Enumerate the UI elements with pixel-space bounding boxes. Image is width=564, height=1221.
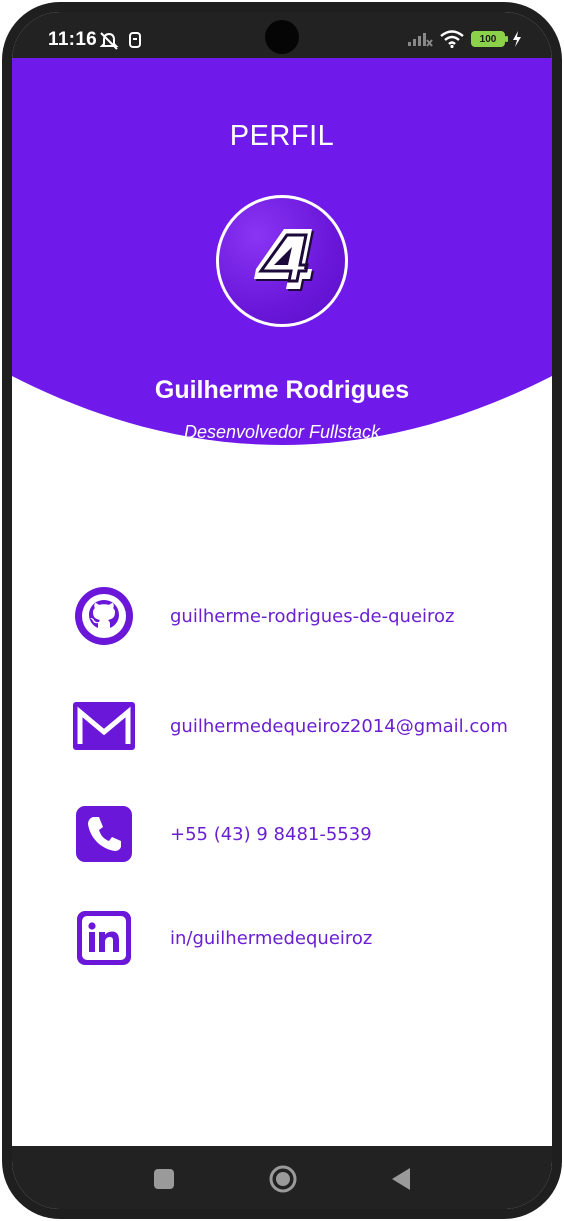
phone-icon (72, 802, 136, 866)
home-icon (269, 1165, 297, 1193)
status-time: 11:16 (48, 29, 98, 50)
linkedin-icon (72, 906, 136, 970)
navigation-bar (12, 1146, 552, 1209)
status-system-icons: 100 (407, 30, 522, 48)
back-button[interactable] (390, 1166, 412, 1197)
recents-icon (154, 1169, 174, 1189)
status-notification-icons (98, 31, 142, 51)
battery-level: 100 (479, 33, 497, 45)
battery-icon: 100 (471, 31, 508, 47)
profile-name: Guilherme Rodrigues (154, 376, 410, 404)
phone-frame: 11:16 100 PERFIL Guilherme Rodrigues Des… (2, 2, 562, 1219)
email-icon (72, 694, 136, 758)
contact-label: guilhermedequeiroz2014@gmail.com (170, 715, 508, 737)
recents-button[interactable] (153, 1168, 175, 1195)
charging-icon (513, 31, 521, 47)
wifi-icon (440, 30, 464, 48)
contact-linkedin[interactable]: in/guilhermedequeiroz (72, 906, 532, 970)
front-camera (265, 20, 299, 54)
profile-role: Desenvolvedor Fullstack (183, 422, 381, 442)
github-icon (72, 584, 136, 648)
avatar (216, 195, 348, 327)
contact-email[interactable]: guilhermedequeiroz2014@gmail.com (72, 694, 532, 758)
contact-label: guilherme-rodrigues-de-queiroz (170, 605, 455, 627)
do-not-disturb-icon (99, 32, 119, 50)
contact-label: in/guilhermedequeiroz (170, 927, 373, 949)
number-four-logo-icon (254, 229, 314, 291)
screenshot-icon (129, 32, 141, 48)
status-bar: 11:16 100 (12, 12, 552, 58)
contact-label: +55 (43) 9 8481-5539 (170, 823, 372, 845)
home-button[interactable] (268, 1164, 298, 1199)
contact-github[interactable]: guilherme-rodrigues-de-queiroz (72, 584, 532, 648)
back-icon (392, 1168, 410, 1190)
profile-header: PERFIL Guilherme Rodrigues Desenvolvedor… (12, 58, 552, 478)
page-title: PERFIL (229, 120, 335, 152)
contact-phone[interactable]: +55 (43) 9 8481-5539 (72, 802, 532, 866)
signal-icon (408, 33, 433, 47)
screen: 11:16 100 PERFIL Guilherme Rodrigues Des… (12, 12, 552, 1209)
